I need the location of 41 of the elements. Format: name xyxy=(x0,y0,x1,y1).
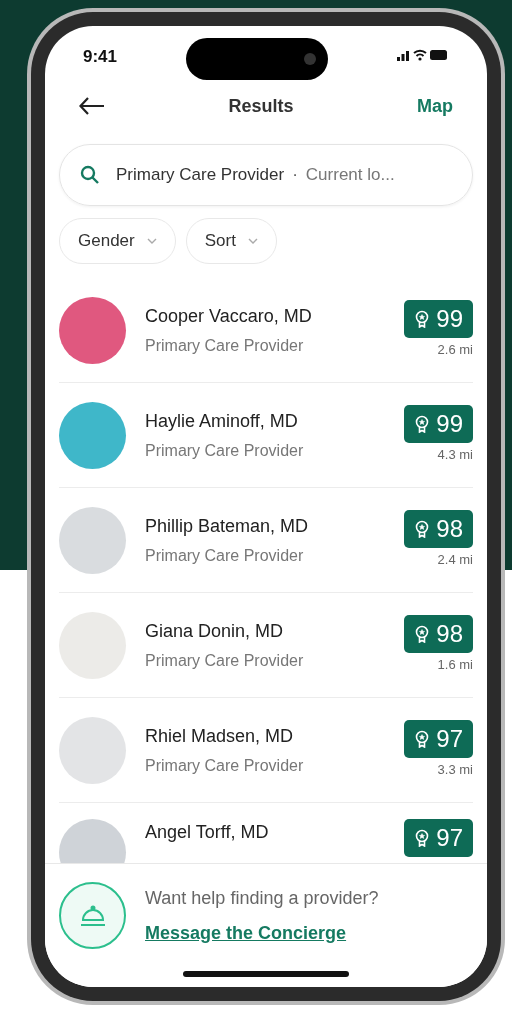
award-icon xyxy=(414,415,431,434)
chevron-down-icon xyxy=(146,238,157,244)
page-title: Results xyxy=(228,94,294,118)
provider-name[interactable]: Giana Donin, MD xyxy=(145,617,386,645)
score-badge: 97 xyxy=(404,720,473,759)
map-button[interactable]: Map xyxy=(417,92,453,120)
provider-specialty: Primary Care Provider xyxy=(145,335,305,356)
provider-name[interactable]: Rhiel Madsen, MD xyxy=(145,722,386,750)
score-badge: 97 xyxy=(404,819,473,857)
distance: 3.3 mi xyxy=(437,761,473,780)
status-icons xyxy=(397,48,449,62)
award-icon xyxy=(414,520,431,539)
distance: 4.3 mi xyxy=(437,446,473,465)
score-badge: 98 xyxy=(404,615,473,654)
provider-specialty: Primary Care Provider xyxy=(145,755,305,776)
concierge-prompt: Want help finding a provider? xyxy=(145,886,379,910)
award-icon xyxy=(414,730,431,749)
provider-specialty: Primary Care Provider xyxy=(145,440,305,461)
status-time: 9:41 xyxy=(83,46,118,68)
provider-specialty: Primary Care Provider xyxy=(145,545,305,566)
separator-dot: · xyxy=(292,164,298,187)
search-icon xyxy=(80,165,100,185)
search-query: Primary Care Provider xyxy=(116,164,285,187)
score-badge: 98 xyxy=(404,510,473,549)
award-icon xyxy=(414,625,431,644)
award-icon xyxy=(414,310,431,329)
distance: 2.6 mi xyxy=(437,341,473,360)
provider-specialty: Primary Care Provider xyxy=(145,650,305,671)
score-badge: 99 xyxy=(404,405,473,444)
back-arrow-icon[interactable] xyxy=(79,97,105,115)
chevron-down-icon xyxy=(247,238,258,244)
score-badge: 99 xyxy=(404,300,473,339)
distance: 2.4 mi xyxy=(437,551,473,570)
distance: 1.6 mi xyxy=(437,656,473,675)
concierge-link[interactable]: Message the Concierge xyxy=(145,919,379,947)
provider-name[interactable]: Haylie Aminoff, MD xyxy=(145,407,386,435)
search-location: Current lo... xyxy=(305,164,395,187)
award-icon xyxy=(414,829,431,847)
provider-name[interactable]: Phillip Bateman, MD xyxy=(145,512,386,540)
provider-name[interactable]: Angel Torff, MD xyxy=(145,819,386,846)
provider-name[interactable]: Cooper Vaccaro, MD xyxy=(145,302,386,330)
